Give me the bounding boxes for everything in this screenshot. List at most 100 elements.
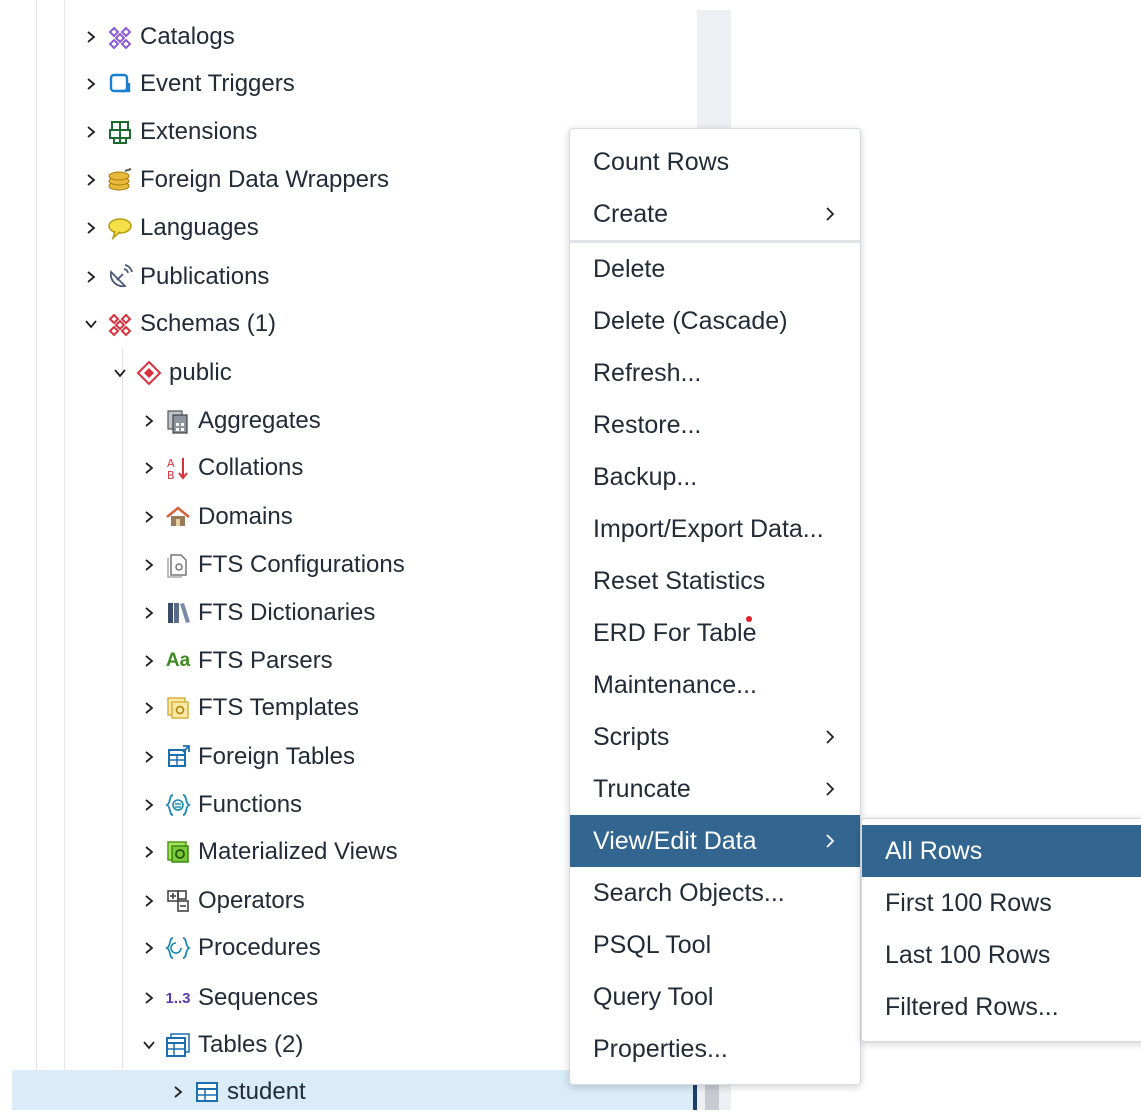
menu-item-create[interactable]: Create (570, 188, 860, 240)
sequences-icon-text: 1..3 (165, 989, 191, 1007)
tree-item-foreign-tables[interactable]: Foreign Tables (138, 737, 355, 777)
menu-item-psql-tool[interactable]: PSQL Tool (570, 919, 860, 971)
chevron-right-icon[interactable] (138, 785, 160, 825)
menu-item-label: Create (593, 199, 669, 228)
tree-guide-line (122, 348, 123, 1110)
fts-configurations-icon (164, 551, 192, 579)
tree-item-label: Procedures (198, 934, 321, 961)
tree-item-label: Schemas (1) (140, 310, 277, 337)
chevron-right-icon[interactable] (80, 160, 102, 200)
tree-item-event-triggers[interactable]: Event Triggers (80, 64, 295, 104)
chevron-down-icon[interactable] (138, 1025, 160, 1065)
tree-item-label: Publications (140, 263, 270, 290)
tree-item-fts-parsers[interactable]: Aa FTS Parsers (138, 641, 333, 681)
chevron-down-icon[interactable] (80, 304, 102, 344)
menu-item-view-edit-data[interactable]: View/Edit Data (570, 815, 860, 867)
chevron-right-icon[interactable] (80, 17, 102, 57)
tree-item-tables[interactable]: Tables (2) (138, 1025, 303, 1065)
tree-item-sequences[interactable]: 1..3 Sequences (138, 978, 318, 1018)
menu-item-label: Properties... (593, 1034, 728, 1063)
menu-item-restore[interactable]: Restore... (570, 399, 860, 451)
menu-item-truncate[interactable]: Truncate (570, 763, 860, 815)
menu-item-refresh[interactable]: Refresh... (570, 347, 860, 399)
fts-dictionaries-icon (164, 599, 192, 627)
tree-item-fts-dictionaries[interactable]: FTS Dictionaries (138, 593, 375, 633)
chevron-right-icon[interactable] (138, 641, 160, 681)
menu-item-backup[interactable]: Backup... (570, 451, 860, 503)
chevron-right-icon[interactable] (80, 208, 102, 248)
tree-item-schemas[interactable]: Schemas (1) (80, 304, 276, 344)
tree-guide-line (36, 0, 37, 1110)
menu-item-label: Delete (593, 254, 666, 283)
chevron-right-icon[interactable] (138, 593, 160, 633)
menu-item-scripts[interactable]: Scripts (570, 711, 860, 763)
tree-item-procedures[interactable]: Procedures (138, 928, 321, 968)
menu-item-label: Delete (Cascade) (593, 306, 788, 335)
menu-item-label: Query Tool (593, 982, 714, 1011)
chevron-right-icon[interactable] (138, 448, 160, 488)
tree-item-languages[interactable]: Languages (80, 208, 259, 248)
tree-item-publications[interactable]: Publications (80, 257, 269, 297)
tree-item-foreign-data-wrappers[interactable]: Foreign Data Wrappers (80, 160, 389, 200)
menu-item-reset-statistics[interactable]: Reset Statistics (570, 555, 860, 607)
tree-item-collations[interactable]: AB Collations (138, 448, 303, 488)
chevron-right-icon[interactable] (138, 401, 160, 441)
menu-item-label: Last 100 Rows (885, 940, 1051, 969)
menu-item-delete[interactable]: Delete (570, 243, 860, 295)
tree-item-label: FTS Templates (198, 694, 359, 721)
chevron-right-icon[interactable] (138, 737, 160, 777)
menu-item-count-rows[interactable]: Count Rows (570, 136, 860, 188)
menu-item-label: Maintenance... (593, 670, 757, 699)
menu-item-properties[interactable]: Properties... (570, 1023, 860, 1075)
chevron-right-icon[interactable] (138, 545, 160, 585)
view-edit-data-submenu: All Rows First 100 Rows Last 100 Rows Fi… (861, 818, 1141, 1042)
submenu-item-filtered-rows[interactable]: Filtered Rows... (862, 981, 1141, 1033)
tree-item-public[interactable]: public (109, 353, 232, 393)
menu-item-maintenance[interactable]: Maintenance... (570, 659, 860, 711)
tree-item-label: Materialized Views (198, 838, 398, 865)
tree-item-catalogs[interactable]: Catalogs (80, 17, 235, 57)
menu-item-import-export-data[interactable]: Import/Export Data... (570, 503, 860, 555)
menu-item-label: All Rows (885, 836, 983, 865)
chevron-right-icon[interactable] (80, 257, 102, 297)
schema-public-icon (135, 359, 163, 387)
chevron-right-icon (822, 781, 838, 797)
submenu-item-last-100-rows[interactable]: Last 100 Rows (862, 929, 1141, 981)
chevron-right-icon[interactable] (138, 928, 160, 968)
tree-item-functions[interactable]: Functions (138, 785, 302, 825)
chevron-right-icon[interactable] (138, 688, 160, 728)
fts-parsers-icon: Aa (164, 647, 192, 675)
chevron-right-icon[interactable] (138, 497, 160, 537)
tree-item-operators[interactable]: Operators (138, 881, 305, 921)
menu-item-label: Restore... (593, 410, 702, 439)
tree-item-materialized-views[interactable]: Materialized Views (138, 832, 398, 872)
tree-item-extensions[interactable]: Extensions (80, 112, 257, 152)
chevron-right-icon[interactable] (138, 832, 160, 872)
tree-item-fts-configurations[interactable]: FTS Configurations (138, 545, 405, 585)
tree-item-student[interactable]: student (167, 1072, 306, 1112)
chevron-right-icon[interactable] (138, 881, 160, 921)
chevron-down-icon[interactable] (109, 353, 131, 393)
menu-item-label: View/Edit Data (593, 826, 757, 855)
menu-item-query-tool[interactable]: Query Tool (570, 971, 860, 1023)
chevron-right-icon[interactable] (167, 1072, 189, 1112)
tree-item-label: Domains (198, 503, 293, 530)
submenu-item-first-100-rows[interactable]: First 100 Rows (862, 877, 1141, 929)
tree-item-aggregates[interactable]: Aggregates (138, 401, 321, 441)
tree-item-label: Aggregates (198, 407, 321, 434)
chevron-right-icon (822, 833, 838, 849)
chevron-right-icon[interactable] (138, 978, 160, 1018)
menu-item-erd-for-table[interactable]: ERD For Table (570, 607, 860, 659)
svg-text:B: B (167, 469, 175, 481)
menu-item-search-objects[interactable]: Search Objects... (570, 867, 860, 919)
chevron-right-icon (822, 729, 838, 745)
chevron-right-icon[interactable] (80, 64, 102, 104)
schemas-icon (106, 310, 134, 338)
chevron-right-icon[interactable] (80, 112, 102, 152)
tree-item-domains[interactable]: Domains (138, 497, 293, 537)
menu-item-delete-cascade[interactable]: Delete (Cascade) (570, 295, 860, 347)
tree-item-label: Collations (198, 454, 304, 481)
tree-item-label: Languages (140, 214, 259, 241)
tree-item-fts-templates[interactable]: FTS Templates (138, 688, 359, 728)
submenu-item-all-rows[interactable]: All Rows (862, 825, 1141, 877)
